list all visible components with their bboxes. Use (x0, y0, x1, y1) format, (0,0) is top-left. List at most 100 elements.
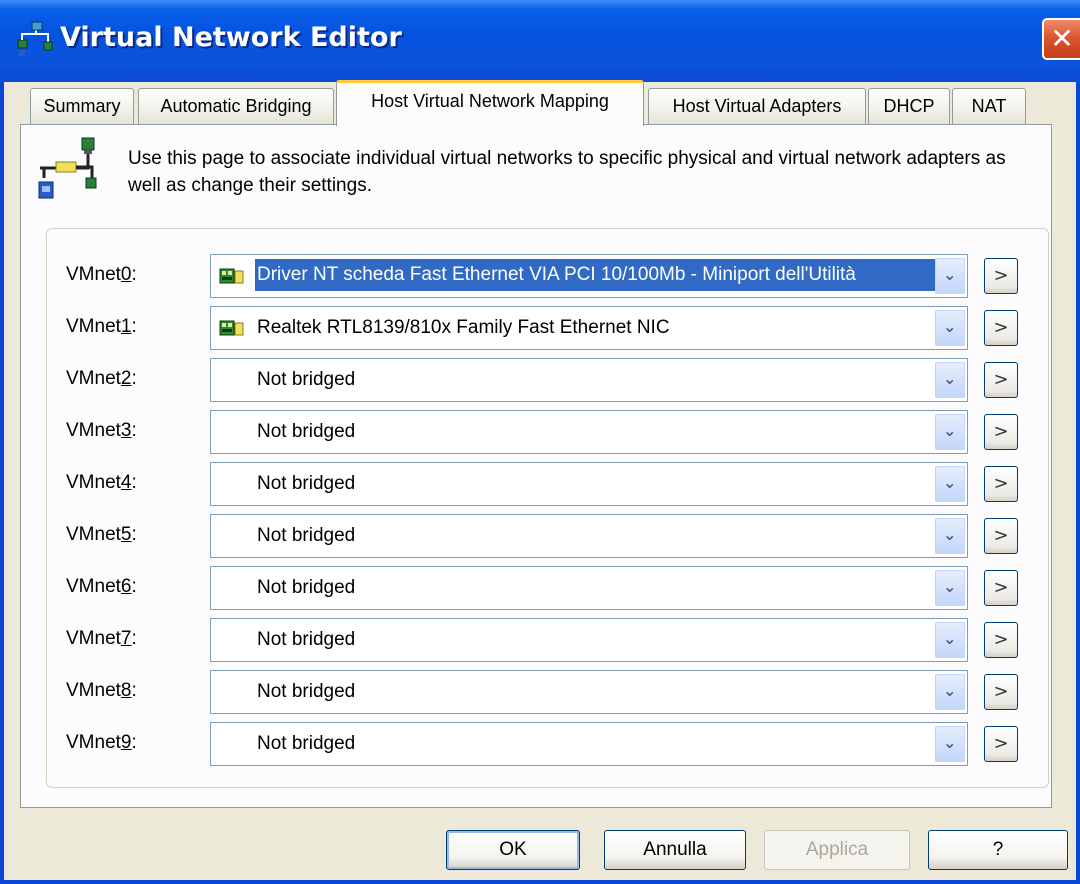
adapter-value: Not bridged (257, 525, 356, 546)
vmnet-digit: 2 (120, 368, 132, 389)
tab-label: NAT (971, 96, 1007, 116)
apply-label: Applica (805, 839, 869, 860)
vmnet-settings-button[interactable]: > (984, 570, 1018, 606)
vmnet-label: VMnet8: (66, 676, 137, 706)
help-button[interactable]: ? (928, 830, 1068, 870)
adapter-value: Not bridged (257, 629, 356, 650)
page-description: Use this page to associate individual vi… (128, 148, 1006, 196)
chevron-down-icon: ⌄ (943, 369, 957, 388)
chevron-down-icon: ⌄ (943, 629, 957, 648)
dropdown-button[interactable]: ⌄ (935, 570, 965, 606)
vmnet-settings-button[interactable]: > (984, 466, 1018, 502)
vmnet-prefix: VMnet (66, 472, 121, 493)
chevron-down-icon: ⌄ (943, 265, 957, 284)
vmnet-prefix: VMnet (66, 420, 121, 441)
tab-host-virtual-adapters[interactable]: Host Virtual Adapters (648, 88, 866, 124)
vmnet-adapter-select[interactable]: Not bridged ⌄ (210, 514, 968, 558)
vmnet-colon: : (131, 680, 137, 701)
help-label: ? (992, 839, 1004, 860)
vmnet-settings-button[interactable]: > (984, 518, 1018, 554)
cancel-label: Annulla (643, 839, 707, 860)
dropdown-button[interactable]: ⌄ (935, 362, 965, 398)
vmnet-label: VMnet2: (66, 364, 137, 394)
vmnet-settings-button[interactable]: > (984, 362, 1018, 398)
chevron-right-icon: > (993, 525, 1009, 546)
vmnet-digit: 7 (120, 628, 132, 649)
vmnet-adapter-select[interactable]: Not bridged ⌄ (210, 722, 968, 766)
vmnet-settings-button[interactable]: > (984, 622, 1018, 658)
vmnet-adapter-select[interactable]: Not bridged ⌄ (210, 358, 968, 402)
tab-dhcp[interactable]: DHCP (868, 88, 950, 124)
vmnet-colon: : (131, 732, 137, 753)
chevron-right-icon: > (993, 265, 1009, 286)
vmnet-adapter-select[interactable]: Not bridged ⌄ (210, 618, 968, 662)
vmnet-prefix: VMnet (66, 316, 121, 337)
close-button[interactable]: ✕ (1042, 18, 1080, 60)
tab-automatic-bridging[interactable]: Automatic Bridging (138, 88, 334, 124)
vmnet-adapter-select[interactable]: Not bridged ⌄ (210, 462, 968, 506)
tab-label: Automatic Bridging (160, 96, 312, 116)
dropdown-button[interactable]: ⌄ (935, 674, 965, 710)
network-card-icon (219, 268, 244, 284)
vmnet-colon: : (131, 420, 137, 441)
vmnet-settings-button[interactable]: > (984, 310, 1018, 346)
dropdown-button[interactable]: ⌄ (935, 726, 965, 762)
apply-button[interactable]: Applica (764, 830, 910, 870)
vmnet-colon: : (131, 264, 137, 285)
dropdown-button[interactable]: ⌄ (935, 518, 965, 554)
adapter-value: Not bridged (257, 577, 356, 598)
network-card-icon (219, 320, 244, 336)
vmnet-colon: : (131, 628, 137, 649)
vmnet-prefix: VMnet (66, 732, 121, 753)
vmnet-prefix: VMnet (66, 264, 121, 285)
tab-label: Summary (43, 96, 121, 116)
vmnet-adapter-select[interactable]: Realtek RTL8139/810x Family Fast Etherne… (210, 306, 968, 350)
adapter-value: Not bridged (257, 369, 356, 390)
chevron-down-icon: ⌄ (943, 681, 957, 700)
vmnet-adapter-select[interactable]: Not bridged ⌄ (210, 410, 968, 454)
tab-nat[interactable]: NAT (952, 88, 1026, 124)
vmnet-label: VMnet3: (66, 416, 137, 446)
vmnet-label: VMnet0: (66, 260, 137, 290)
vmnet-colon: : (131, 368, 137, 389)
vmnet-prefix: VMnet (66, 680, 121, 701)
adapter-value: Not bridged (257, 421, 356, 442)
vmnet-prefix: VMnet (66, 628, 121, 649)
ok-button[interactable]: OK (446, 830, 580, 870)
dropdown-button[interactable]: ⌄ (935, 310, 965, 346)
vmnet-colon: : (131, 316, 137, 337)
dropdown-button[interactable]: ⌄ (935, 414, 965, 450)
vmnet-colon: : (131, 576, 137, 597)
vmnet-label: VMnet5: (66, 520, 137, 550)
tab-label: DHCP (883, 96, 935, 116)
title-bar[interactable]: Virtual Network Editor ✕ (0, 0, 1080, 82)
vmnet-label: VMnet7: (66, 624, 137, 654)
vmnet-settings-button[interactable]: > (984, 258, 1018, 294)
vmnet-settings-button[interactable]: > (984, 414, 1018, 450)
vmnet-adapter-select[interactable]: Not bridged ⌄ (210, 566, 968, 610)
chevron-right-icon: > (993, 733, 1009, 754)
tab-host-virtual-network-mapping[interactable]: Host Virtual Network Mapping (336, 80, 644, 126)
chevron-right-icon: > (993, 473, 1009, 494)
vmnet-label: VMnet4: (66, 468, 137, 498)
dropdown-button[interactable]: ⌄ (935, 258, 965, 294)
vmnet-prefix: VMnet (66, 576, 121, 597)
tab-summary[interactable]: Summary (30, 88, 134, 124)
chevron-down-icon: ⌄ (943, 421, 957, 440)
vmnet-prefix: VMnet (66, 524, 121, 545)
vmnet-label: VMnet6: (66, 572, 137, 602)
dropdown-button[interactable]: ⌄ (935, 622, 965, 658)
chevron-right-icon: > (993, 629, 1009, 650)
vmnet-adapter-select[interactable]: Driver NT scheda Fast Ethernet VIA PCI 1… (210, 254, 968, 298)
ok-label: OK (499, 839, 527, 860)
chevron-down-icon: ⌄ (943, 317, 957, 336)
vmnet-adapter-select[interactable]: Not bridged ⌄ (210, 670, 968, 714)
dropdown-button[interactable]: ⌄ (935, 466, 965, 502)
tab-label: Host Virtual Network Mapping (371, 91, 609, 111)
cancel-button[interactable]: Annulla (604, 830, 746, 870)
vmnet-settings-button[interactable]: > (984, 726, 1018, 762)
vmnet-settings-button[interactable]: > (984, 674, 1018, 710)
chevron-down-icon: ⌄ (943, 525, 957, 544)
network-mapping-icon (38, 137, 97, 199)
vmnet-digit: 6 (120, 576, 132, 597)
